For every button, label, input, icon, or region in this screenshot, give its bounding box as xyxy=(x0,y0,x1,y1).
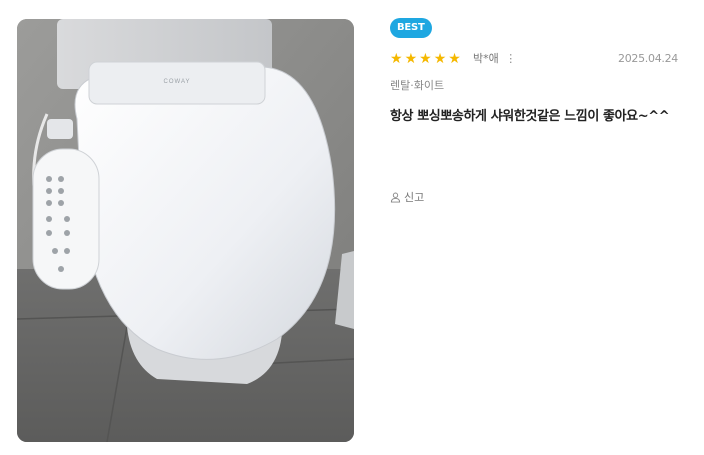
report-button[interactable]: 신고 xyxy=(390,189,424,205)
report-person-icon xyxy=(390,192,401,203)
review-date: 2025.04.24 xyxy=(618,52,678,65)
report-label: 신고 xyxy=(404,191,425,204)
best-badge: BEST xyxy=(390,18,432,38)
star-icon: ★ xyxy=(448,51,461,67)
review-photo[interactable]: COWAY xyxy=(17,19,354,442)
more-vertical-icon[interactable]: ⋮ xyxy=(505,52,516,65)
star-icon: ★ xyxy=(419,51,432,67)
reviewer-name-text: 박*애 xyxy=(473,52,499,65)
photo-brand-text: COWAY xyxy=(164,79,191,85)
star-icon: ★ xyxy=(433,51,447,67)
reviewer-name: 박*애 ⋮ xyxy=(473,52,516,66)
star-icon: ★ xyxy=(390,51,403,67)
star-icon: ★ xyxy=(404,51,418,67)
star-rating: ★ ★ ★ ★ ★ xyxy=(390,52,461,66)
product-option: 렌탈·화이트 xyxy=(390,79,445,92)
review-text: 항상 뽀싱뽀송하게 샤워한것같은 느낌이 좋아요~^^ xyxy=(390,109,670,124)
rating-row: ★ ★ ★ ★ ★ 박*애 ⋮ 2025.04.24 xyxy=(390,52,680,68)
